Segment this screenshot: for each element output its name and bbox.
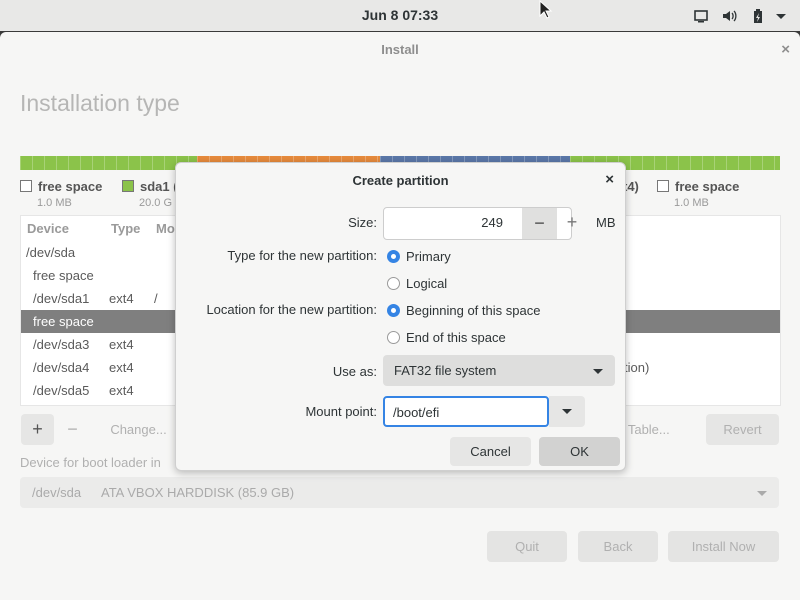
radio-logical-label[interactable]: Logical: [406, 276, 447, 291]
dialog-title: Create partition: [352, 173, 449, 188]
cell-device: free space: [33, 268, 94, 283]
battery-icon[interactable]: [750, 8, 766, 24]
legend-name: free space: [675, 179, 740, 194]
boot-loader-label: Device for boot loader in: [20, 455, 161, 470]
window-close-icon[interactable]: ×: [781, 41, 790, 58]
legend-name: sda1 (: [140, 179, 178, 194]
dialog-close-icon[interactable]: ×: [605, 171, 614, 188]
location-label: Location for the new partition:: [206, 302, 377, 317]
install-now-button[interactable]: Install Now: [668, 531, 779, 562]
legend-item: free space 1.0 MB: [657, 179, 739, 209]
legend-swatch: [122, 180, 134, 192]
radio-end[interactable]: [387, 331, 400, 344]
legend-item: sda1 ( 20.0 G: [122, 179, 178, 209]
boot-device-description: ATA VBOX HARDDISK (85.9 GB): [101, 485, 295, 500]
legend-size: 1.0 MB: [674, 197, 709, 209]
add-partition-button[interactable]: +: [21, 414, 54, 445]
partition-segment-free: [20, 156, 197, 170]
mount-point-dropdown-button[interactable]: [549, 396, 585, 427]
window-title: Install: [381, 42, 419, 57]
clock[interactable]: Jun 8 07:33: [0, 7, 800, 23]
size-label: Size:: [348, 215, 377, 230]
cell-device: /dev/sda1: [33, 291, 90, 306]
cell-type: ext4: [109, 337, 134, 352]
top-bar: Jun 8 07:33: [0, 0, 800, 31]
screen-icon[interactable]: [693, 8, 709, 24]
size-spinner[interactable]: 249 −: [383, 207, 572, 240]
cell-type: ext4: [109, 291, 134, 306]
cell-device: /dev/sda: [26, 245, 76, 260]
use-as-select[interactable]: FAT32 file system: [383, 355, 615, 386]
cell-system: tion): [624, 360, 650, 375]
column-header-device[interactable]: Device: [27, 221, 69, 236]
legend-swatch: [20, 180, 32, 192]
change-partition-button[interactable]: Change...: [91, 414, 186, 445]
radio-logical[interactable]: [387, 277, 400, 290]
size-unit: MB: [596, 215, 616, 230]
back-button[interactable]: Back: [578, 531, 658, 562]
chevron-down-icon: [593, 369, 603, 374]
boot-device: /dev/sda: [32, 485, 82, 500]
boot-loader-select[interactable]: /dev/sda ATA VBOX HARDDISK (85.9 GB): [20, 477, 779, 508]
page-title: Installation type: [20, 90, 180, 116]
size-value[interactable]: 249: [481, 215, 503, 230]
mouse-cursor-icon: [539, 0, 553, 23]
radio-end-label[interactable]: End of this space: [406, 330, 506, 345]
cell-device: /dev/sda4: [33, 360, 90, 375]
legend-item: free space 1.0 MB: [20, 179, 102, 209]
column-header-mount[interactable]: Mo: [156, 221, 175, 236]
revert-button[interactable]: Revert: [706, 414, 779, 445]
column-header-type[interactable]: Type: [111, 221, 140, 236]
cell-type: ext4: [109, 360, 134, 375]
use-as-value: FAT32 file system: [394, 363, 497, 378]
menu-arrow-icon[interactable]: [773, 8, 789, 24]
radio-beginning[interactable]: [387, 304, 400, 317]
cell-mount: /: [154, 291, 158, 306]
legend-swatch: [657, 180, 669, 192]
cancel-button[interactable]: Cancel: [450, 437, 531, 466]
radio-primary[interactable]: [387, 250, 400, 263]
radio-primary-label[interactable]: Primary: [406, 249, 451, 264]
cell-device: /dev/sda3: [33, 337, 90, 352]
remove-partition-button[interactable]: −: [56, 414, 89, 445]
volume-icon[interactable]: [721, 8, 737, 24]
mount-point-input[interactable]: [391, 404, 545, 421]
size-decrement-button[interactable]: −: [522, 208, 557, 239]
legend-size: 1.0 MB: [37, 197, 72, 209]
legend-size: 20.0 G: [139, 197, 173, 209]
use-as-label: Use as:: [332, 364, 377, 379]
size-increment-button[interactable]: +: [558, 207, 586, 238]
type-label: Type for the new partition:: [227, 248, 377, 263]
chevron-down-icon: [562, 409, 572, 414]
legend-name: free space: [38, 179, 103, 194]
chevron-down-icon: [757, 491, 767, 496]
radio-beginning-label[interactable]: Beginning of this space: [406, 303, 540, 318]
quit-button[interactable]: Quit: [487, 531, 567, 562]
mount-point-field[interactable]: [383, 396, 549, 427]
cell-device: free space: [33, 314, 94, 329]
mount-point-label: Mount point:: [305, 404, 377, 419]
create-partition-dialog: Create partition × Size: 249 − + MB Type…: [175, 162, 626, 471]
cell-device: /dev/sda5: [33, 383, 90, 398]
cell-type: ext4: [109, 383, 134, 398]
ok-button[interactable]: OK: [539, 437, 620, 466]
